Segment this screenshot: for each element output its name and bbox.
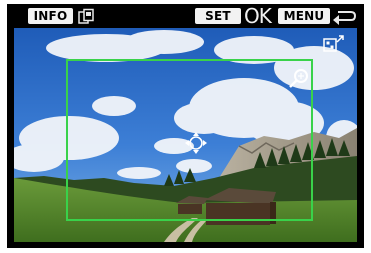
- menu-button[interactable]: MENU: [278, 8, 330, 24]
- top-bar: INFO SET OK MENU: [7, 4, 364, 28]
- info-button[interactable]: INFO: [28, 8, 73, 24]
- return-arrow-icon[interactable]: [331, 9, 357, 25]
- aspect-ratio-icon[interactable]: [323, 34, 345, 52]
- copy-icon: [78, 8, 94, 24]
- set-button[interactable]: SET: [195, 8, 241, 24]
- move-arrows-icon[interactable]: [184, 131, 208, 155]
- ok-label: OK: [244, 4, 272, 28]
- magnify-icon[interactable]: [288, 68, 310, 90]
- camera-screen: INFO SET OK MENU: [7, 4, 364, 248]
